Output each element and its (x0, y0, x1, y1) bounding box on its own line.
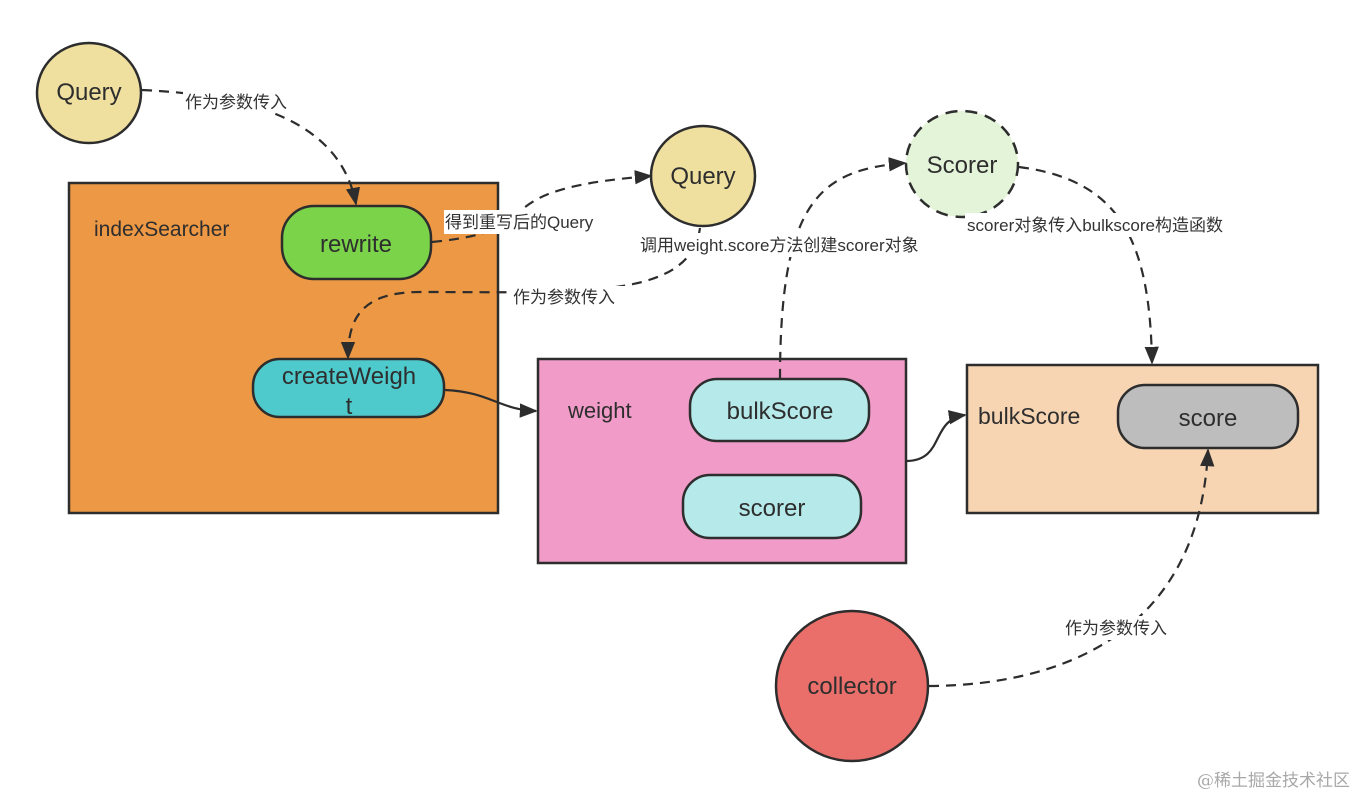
scorer-node[interactable]: Scorer (904, 109, 1020, 219)
score-label: score (1179, 405, 1238, 432)
edge-label-query-to-create-weight: 作为参数传入 (513, 288, 615, 307)
query-input-label: Query (56, 79, 121, 106)
bulk-score-label: bulkScore (978, 403, 1080, 429)
query-rewritten-node[interactable]: Query (649, 124, 757, 228)
weight-scorer-node[interactable]: scorer (681, 473, 863, 540)
rewrite-label: rewrite (320, 231, 392, 258)
weight-label: weight (567, 398, 632, 423)
index-searcher-label: indexSearcher (94, 218, 229, 241)
edge-bulk-score-to-scorer (778, 157, 907, 380)
rewrite-node[interactable]: rewrite (280, 204, 433, 281)
edge-scorer-to-bulk-score (1018, 165, 1159, 365)
edge-label-collector-to-score: 作为参数传入 (1065, 619, 1167, 638)
weight-scorer-label: scorer (739, 495, 806, 522)
collector-label: collector (807, 673, 896, 700)
query-rewritten-label: Query (670, 163, 735, 190)
collector-node[interactable]: collector (774, 609, 930, 763)
weight-bulk-score-node[interactable]: bulkScore (688, 377, 871, 443)
edge-label-rewrite-to-query: 得到重写后的Query (445, 213, 594, 232)
weight-bulk-score-label: bulkScore (727, 398, 834, 425)
edge-weight-to-bulk-score (906, 410, 967, 463)
flow-diagram: indexSearcher weight bulkScore rewrite c… (35, 41, 1350, 791)
query-input-node[interactable]: Query (35, 41, 143, 145)
watermark: @稀土掘金技术社区 (1197, 771, 1350, 791)
scorer-label: Scorer (927, 152, 998, 179)
edge-label-bulk-score-to-scorer: 调用weight.score方法创建scorer对象 (640, 236, 919, 255)
create-weight-node[interactable]: createWeigh t (251, 357, 446, 420)
edge-label-query-to-rewrite: 作为参数传入 (185, 93, 287, 112)
create-weight-label-line2: t (346, 393, 353, 420)
edge-label-scorer-to-bulk-score: scorer对象传入bulkscore构造函数 (967, 216, 1223, 235)
score-node[interactable]: score (1116, 383, 1300, 450)
create-weight-label-line1: createWeigh (282, 363, 416, 390)
